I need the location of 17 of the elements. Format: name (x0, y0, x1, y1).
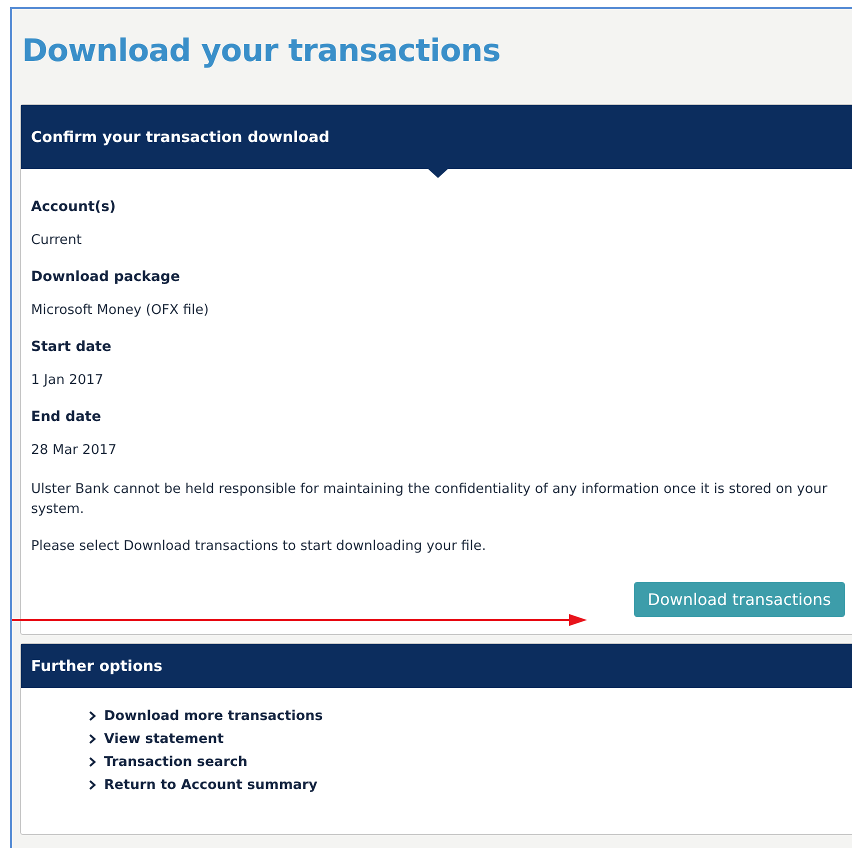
field-label: Start date (31, 339, 112, 355)
field-value: 28 Mar 2017 (31, 442, 118, 458)
option-link[interactable]: Download more transactions (89, 704, 323, 727)
option-link[interactable]: View statement (89, 727, 224, 750)
option-link[interactable]: Transaction search (89, 750, 248, 773)
panel-title: Further options (31, 657, 162, 675)
field-value: 1 Jan 2017 (31, 372, 104, 388)
field-value: Current (31, 232, 83, 248)
disclaimer-text: Ulster Bank cannot be held responsible for maintaining the confidentiality of any information once it is stored on your system. (31, 480, 828, 519)
page-title: Download your transactions (21, 32, 502, 71)
panel-title: Confirm your transaction download (31, 128, 330, 146)
instruction-text: Please select Download transactions to start downloading your file. (31, 537, 488, 556)
field-label: Account(s) (31, 199, 117, 215)
field-value: Microsoft Money (OFX file) (31, 302, 210, 318)
option-link[interactable]: Return to Account summary (89, 773, 318, 796)
field-label: End date (31, 409, 102, 425)
field-label: Download package (31, 269, 181, 285)
